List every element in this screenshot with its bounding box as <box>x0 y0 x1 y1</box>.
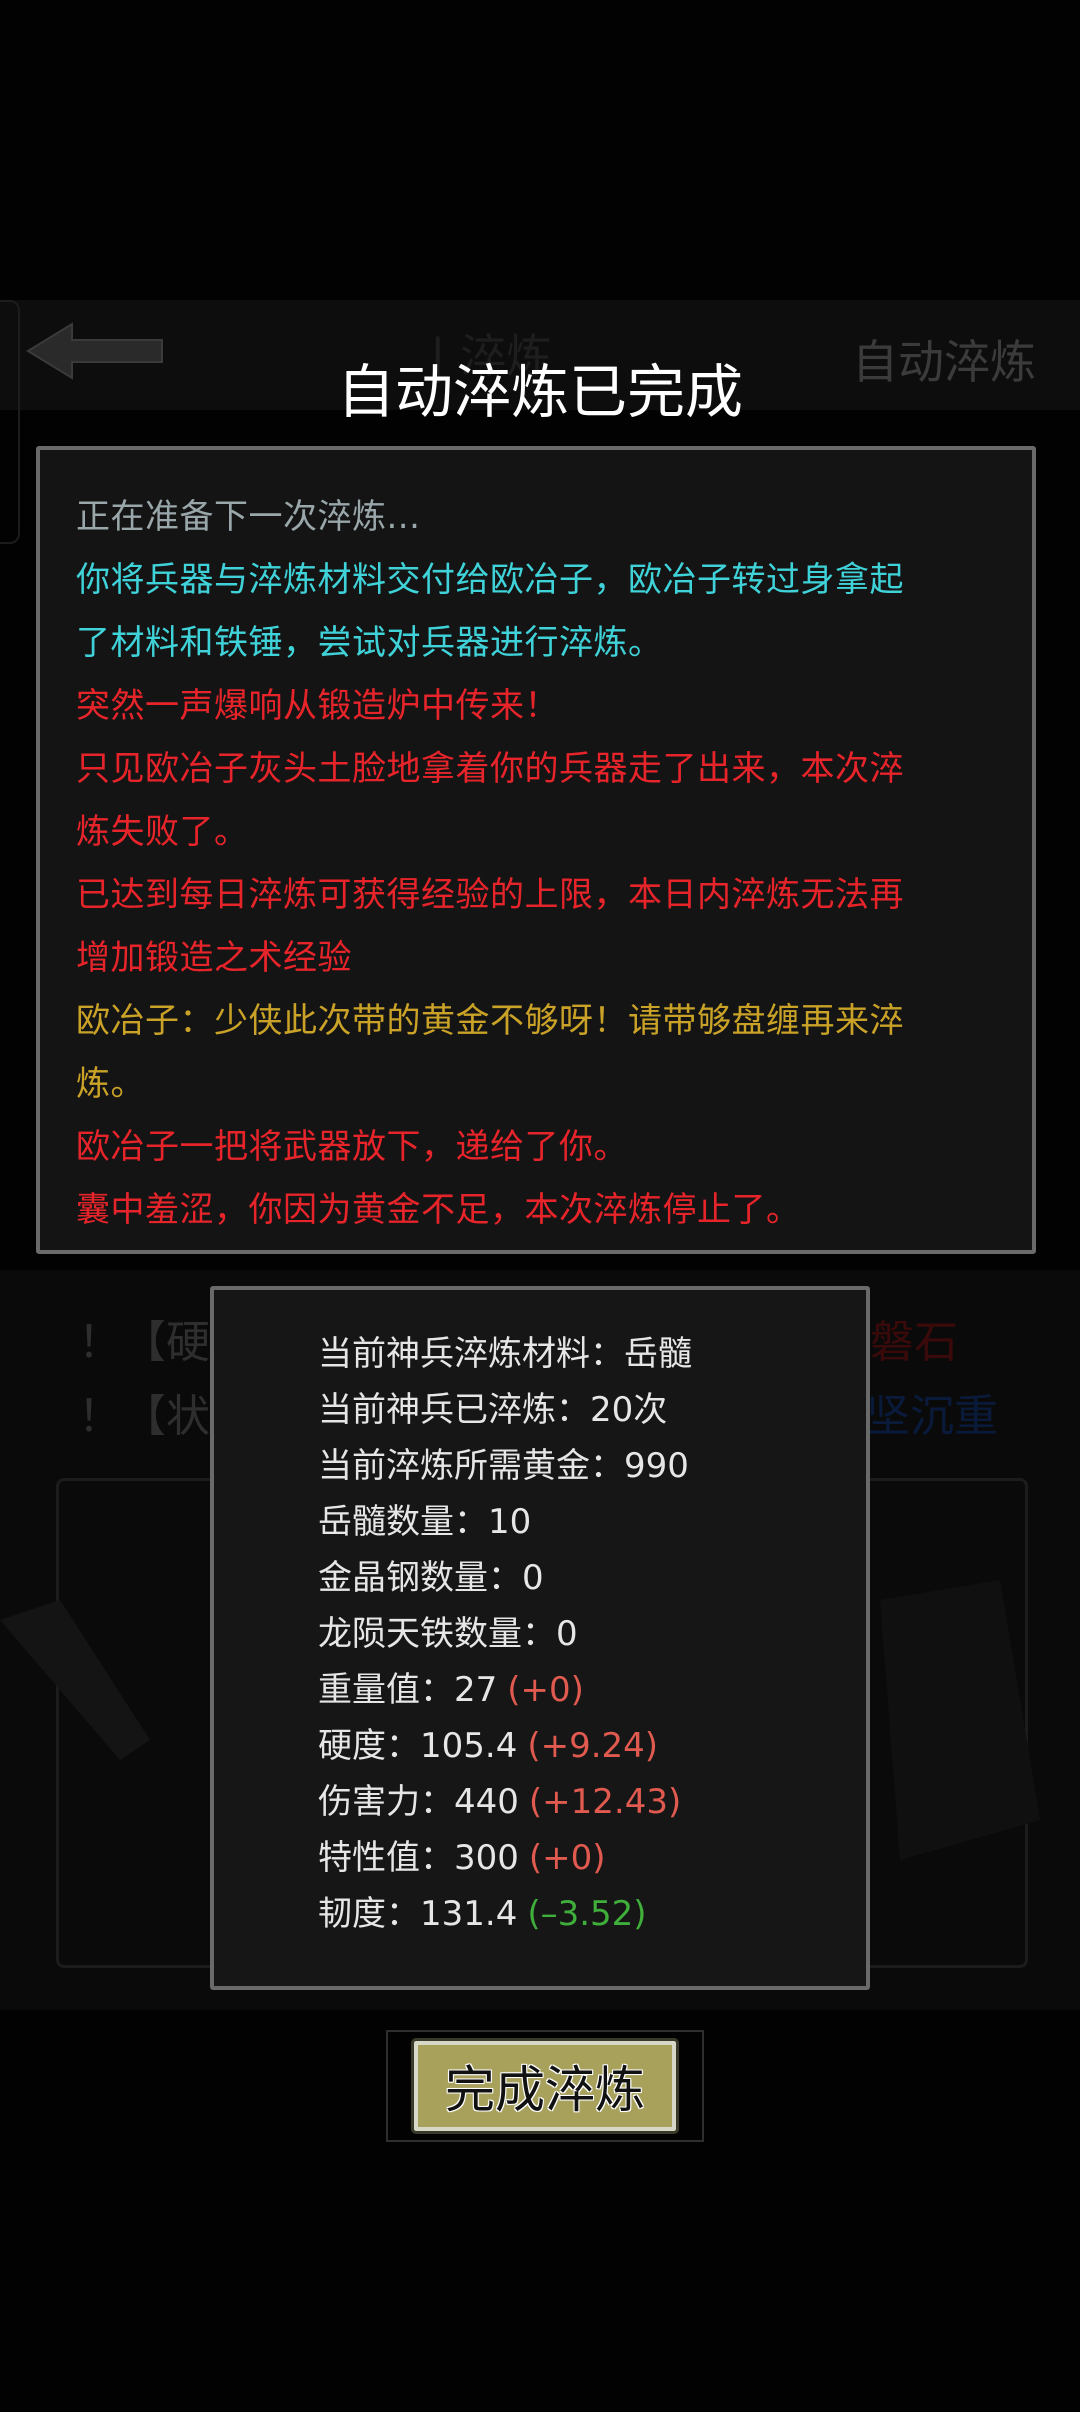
stat-label: 伤害力： <box>318 1782 454 1822</box>
log-line: 欧冶子一把将武器放下，递给了你。 <box>76 1127 628 1167</box>
stat-delta: (+12.43) <box>528 1782 682 1822</box>
stat-row: 当前神兵已淬炼：20次 <box>318 1382 866 1438</box>
stat-label: 龙陨天铁数量： <box>318 1614 556 1654</box>
refine-stats-box: 当前神兵淬炼材料：岳髓 当前神兵已淬炼：20次 当前淬炼所需黄金：990 岳髓数量：1… <box>210 1286 870 1990</box>
stat-label: 当前神兵已淬炼： <box>318 1390 590 1430</box>
log-line: 正在准备下一次淬炼... <box>76 497 421 537</box>
stat-value: 0 <box>556 1614 578 1654</box>
stat-row: 金晶钢数量：0 <box>318 1550 866 1606</box>
stat-value: 10 <box>488 1502 532 1542</box>
log-line: 欧冶子：少侠此次带的黄金不够呀！请带够盘缠再来淬 <box>76 1001 904 1041</box>
stat-value: 岳髓 <box>624 1334 692 1374</box>
log-line: 炼失败了。 <box>76 812 249 852</box>
stat-row: 龙陨天铁数量：0 <box>318 1606 866 1662</box>
stat-label: 当前淬炼所需黄金： <box>318 1446 624 1486</box>
stat-row: 伤害力：440 (+12.43) <box>318 1774 866 1830</box>
stat-delta: (–3.52) <box>527 1894 647 1934</box>
stat-delta: (+9.24) <box>527 1726 659 1766</box>
stat-row: 岳髓数量：10 <box>318 1494 866 1550</box>
stat-row: 重量值：27 (+0) <box>318 1662 866 1718</box>
stat-value: 0 <box>522 1558 544 1598</box>
log-line: 你将兵器与淬炼材料交付给欧冶子，欧冶子转过身拿起 <box>76 560 904 600</box>
dialog-title: 自动淬炼已完成 <box>336 358 743 426</box>
screen: | 淬炼 自动淬炼 ！【硬度 ！【状态 坚磐石 坚沉重 自动淬炼已完成 正在准备… <box>0 0 1080 2412</box>
stat-label: 当前神兵淬炼材料： <box>318 1334 624 1374</box>
refine-log-box: 正在准备下一次淬炼... 你将兵器与淬炼材料交付给欧冶子，欧冶子转过身拿起 了材料和… <box>36 446 1036 1254</box>
log-line: 增加锻造之术经验 <box>76 938 352 978</box>
log-line: 了材料和铁锤，尝试对兵器进行淬炼。 <box>76 623 663 663</box>
log-line: 囊中羞涩，你因为黄金不足，本次淬炼停止了。 <box>76 1190 801 1230</box>
stat-value: 131.4 <box>420 1894 518 1934</box>
stat-row: 硬度：105.4 (+9.24) <box>318 1718 866 1774</box>
stat-label: 重量值： <box>318 1670 454 1710</box>
stat-row: 当前神兵淬炼材料：岳髓 <box>318 1326 866 1382</box>
stat-label: 韧度： <box>318 1894 420 1934</box>
stat-row: 当前淬炼所需黄金：990 <box>318 1438 866 1494</box>
stat-label: 金晶钢数量： <box>318 1558 522 1598</box>
stat-value: 440 <box>454 1782 519 1822</box>
stat-label: 岳髓数量： <box>318 1502 488 1542</box>
stat-row: 特性值：300 (+0) <box>318 1830 866 1886</box>
stat-label: 硬度： <box>318 1726 420 1766</box>
stat-value: 300 <box>454 1838 519 1878</box>
log-line: 已达到每日淬炼可获得经验的上限，本日内淬炼无法再 <box>76 875 904 915</box>
finish-refine-button[interactable]: 完成淬炼 <box>411 2038 679 2134</box>
stat-value: 990 <box>624 1446 689 1486</box>
stat-value: 20次 <box>590 1390 668 1430</box>
stat-value: 105.4 <box>420 1726 518 1766</box>
stat-delta: (+0) <box>507 1670 584 1710</box>
stat-label: 特性值： <box>318 1838 454 1878</box>
stat-value: 27 <box>454 1670 498 1710</box>
log-line: 突然一声爆响从锻造炉中传来！ <box>76 686 559 726</box>
background-warning-status-value: 坚沉重 <box>866 1391 998 1442</box>
finish-button-frame: 完成淬炼 <box>386 2030 704 2142</box>
log-line: 炼。 <box>76 1064 145 1104</box>
stat-delta: (+0) <box>528 1838 606 1878</box>
log-line: 只见欧冶子灰头土脸地拿着你的兵器走了出来，本次淬 <box>76 749 904 789</box>
stat-row: 韧度：131.4 (–3.52) <box>318 1886 866 1942</box>
